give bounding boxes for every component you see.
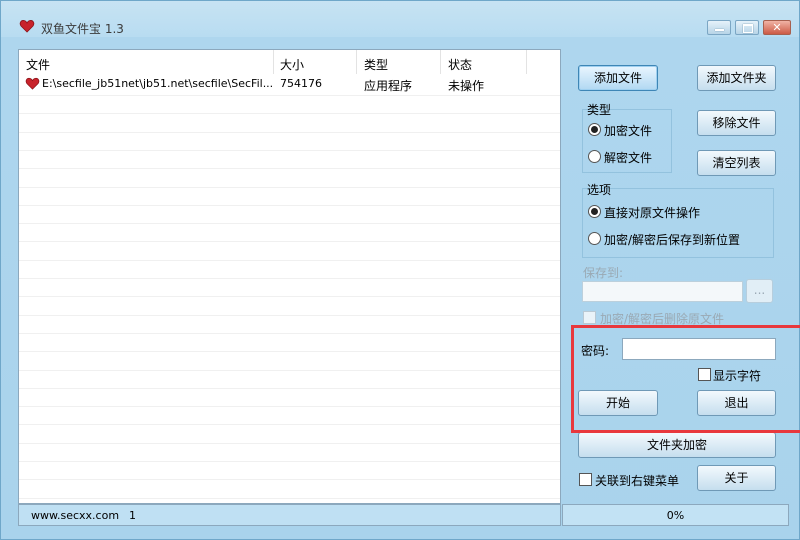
status-count: 1: [129, 509, 136, 522]
folder-encrypt-button[interactable]: 文件夹加密: [578, 432, 776, 458]
encrypt-radio-label[interactable]: 加密文件: [604, 122, 652, 139]
column-divider[interactable]: [273, 50, 274, 74]
main-window: 双鱼文件宝 1.3 ✕ 文件 大小 类型 状态 E:\secfile_jb51n…: [0, 0, 800, 540]
row-divider: [19, 479, 560, 480]
maximize-icon: [736, 21, 758, 34]
window-title: 双鱼文件宝 1.3: [41, 22, 124, 36]
progress-text: 0%: [666, 509, 685, 522]
row-divider: [19, 168, 560, 169]
add-file-button[interactable]: 添加文件: [578, 65, 658, 91]
delete-original-checkbox[interactable]: [583, 311, 596, 324]
row-divider: [19, 443, 560, 444]
row-divider: [19, 388, 560, 389]
save-new-location-radio[interactable]: [588, 232, 601, 245]
column-header-status[interactable]: 状态: [448, 56, 472, 73]
save-new-location-label[interactable]: 加密/解密后保存到新位置: [604, 231, 740, 248]
file-path-cell: E:\secfile_jb51net\jb51.net\secfile\SecF…: [42, 77, 274, 90]
direct-operate-radio[interactable]: [588, 205, 601, 218]
column-divider[interactable]: [526, 50, 527, 74]
file-list[interactable]: 文件 大小 类型 状态 E:\secfile_jb51net\jb51.net\…: [18, 49, 561, 504]
row-divider: [19, 205, 560, 206]
row-divider: [19, 278, 560, 279]
context-menu-checkbox[interactable]: [579, 473, 592, 486]
row-divider: [19, 113, 560, 114]
heart-file-icon: [25, 77, 40, 90]
file-size-cell: 754176: [280, 77, 322, 90]
decrypt-radio-label[interactable]: 解密文件: [604, 149, 652, 166]
row-divider: [19, 498, 560, 499]
maximize-button[interactable]: [735, 20, 759, 35]
column-divider[interactable]: [356, 50, 357, 74]
status-site: www.secxx.com: [31, 509, 120, 522]
save-to-label: 保存到:: [583, 266, 624, 280]
row-divider: [19, 260, 560, 261]
about-button[interactable]: 关于: [697, 465, 776, 491]
highlight-annotation: [571, 325, 800, 433]
row-divider: [19, 370, 560, 371]
row-divider: [19, 351, 560, 352]
row-divider: [19, 241, 560, 242]
browse-button[interactable]: ...: [746, 279, 773, 303]
heart-icon: [19, 20, 35, 33]
direct-operate-label[interactable]: 直接对原文件操作: [604, 204, 700, 221]
type-group-label: 类型: [587, 103, 612, 117]
save-path-input[interactable]: [582, 281, 743, 302]
row-divider: [19, 150, 560, 151]
status-bar: www.secxx.com 1: [18, 504, 561, 526]
minimize-button[interactable]: [707, 20, 731, 35]
row-divider: [19, 223, 560, 224]
options-group-label: 选项: [587, 183, 612, 197]
column-divider[interactable]: [440, 50, 441, 74]
encrypt-radio[interactable]: [588, 123, 601, 136]
remove-file-button[interactable]: 移除文件: [697, 110, 776, 136]
row-divider: [19, 461, 560, 462]
close-button[interactable]: ✕: [763, 20, 791, 35]
row-divider: [19, 333, 560, 334]
minimize-icon: [708, 21, 730, 34]
row-divider: [19, 406, 560, 407]
file-status-cell: 未操作: [448, 79, 485, 93]
column-header-file[interactable]: 文件: [26, 56, 50, 73]
row-divider: [19, 424, 560, 425]
table-row[interactable]: E:\secfile_jb51net\jb51.net\secfile\SecF…: [19, 76, 560, 93]
title-bar[interactable]: 双鱼文件宝 1.3 ✕: [1, 1, 799, 39]
add-folder-button[interactable]: 添加文件夹: [697, 65, 776, 91]
close-icon: ✕: [772, 21, 782, 34]
row-divider: [19, 315, 560, 316]
file-type-cell: 应用程序: [364, 79, 413, 93]
context-menu-label[interactable]: 关联到右键菜单: [595, 472, 679, 489]
decrypt-radio[interactable]: [588, 150, 601, 163]
progress-bar: 0%: [562, 504, 789, 526]
row-divider: [19, 95, 560, 96]
column-header-type[interactable]: 类型: [364, 56, 388, 73]
clear-list-button[interactable]: 清空列表: [697, 150, 776, 176]
row-divider: [19, 296, 560, 297]
row-divider: [19, 132, 560, 133]
column-header-size[interactable]: 大小: [280, 56, 304, 73]
list-header: 文件 大小 类型 状态: [19, 50, 560, 74]
row-divider: [19, 187, 560, 188]
